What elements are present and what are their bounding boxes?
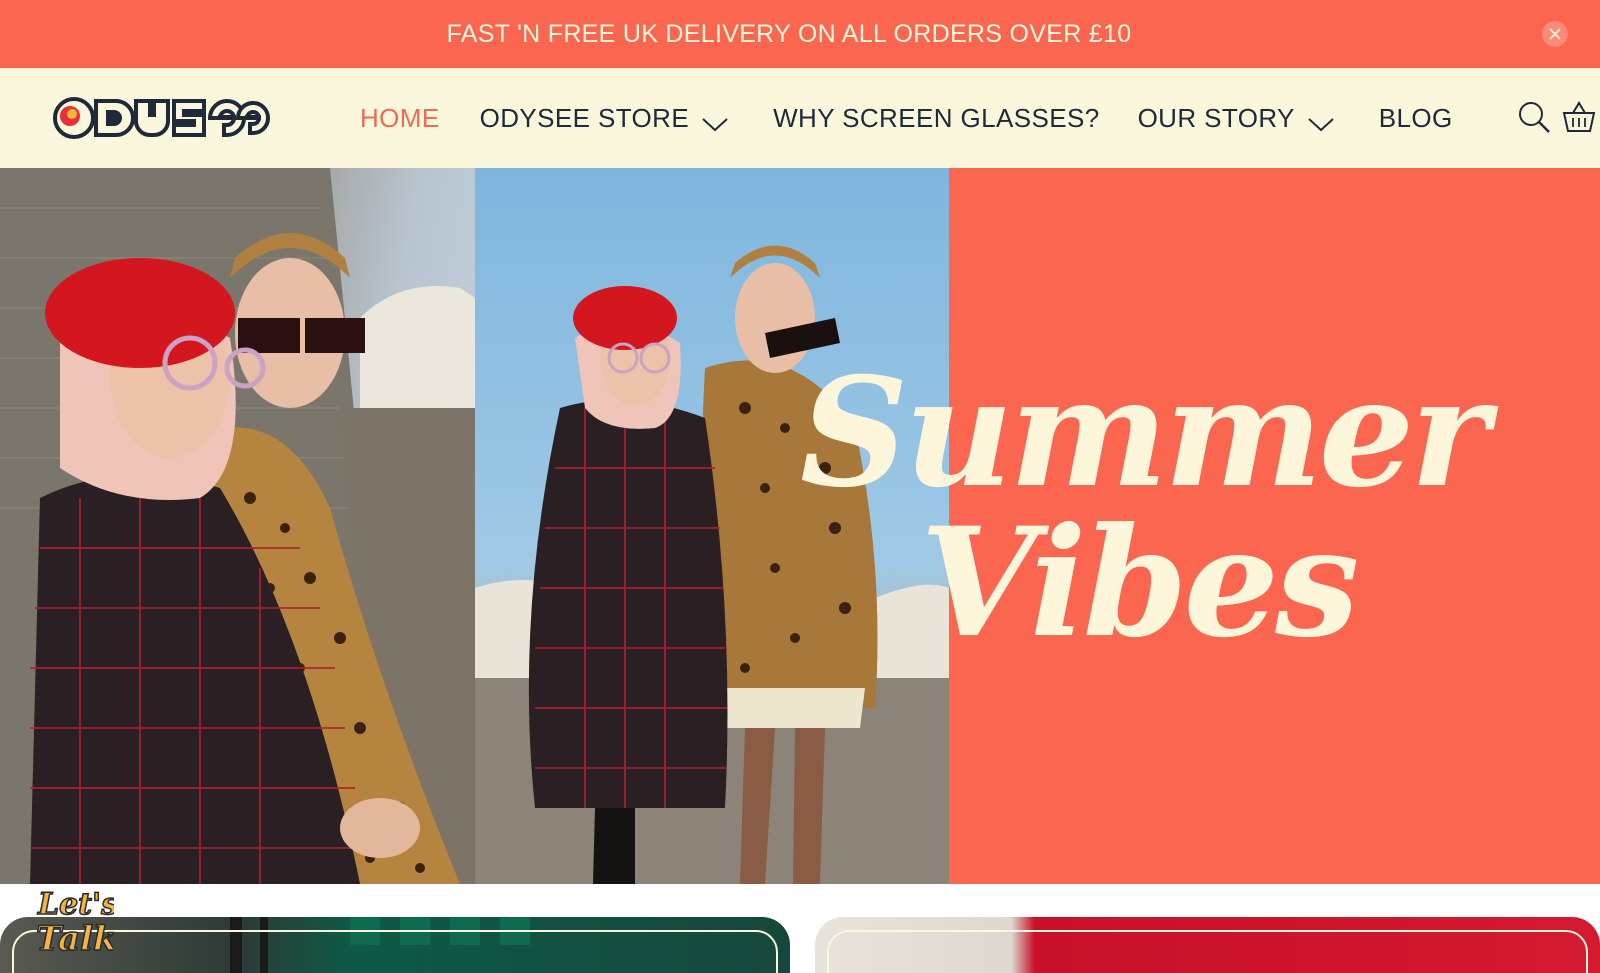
close-icon[interactable] <box>1542 21 1568 47</box>
chevron-down-icon <box>701 109 729 132</box>
site-header: HOME ODYSEE STORE WHY SCREEN GLASSES? OU… <box>0 68 1600 168</box>
promo-card-left-frame <box>12 930 778 973</box>
main-nav: HOME ODYSEE STORE WHY SCREEN GLASSES? OU… <box>360 68 1453 168</box>
hero-title-line1: Summer <box>800 345 1489 521</box>
promo-card-left[interactable] <box>0 917 790 973</box>
announcement-bar: FAST 'N FREE UK DELIVERY ON ALL ORDERS O… <box>0 0 1600 68</box>
search-icon[interactable] <box>1517 100 1551 134</box>
nav-why-screen-glasses-label: WHY SCREEN GLASSES? <box>773 102 1100 133</box>
badge-line2: Talk <box>36 919 114 959</box>
chevron-down-icon <box>1307 109 1335 132</box>
badge-line1: Let's <box>37 887 114 922</box>
nav-our-story[interactable]: OUR STORY <box>1138 103 1335 134</box>
nav-odysee-store[interactable]: ODYSEE STORE <box>480 103 730 134</box>
lets-talk-badge[interactable]: Let's Talk <box>34 884 119 968</box>
promo-section <box>0 884 1600 973</box>
promo-card-right-frame <box>827 930 1588 973</box>
nav-our-story-label: OUR STORY <box>1137 102 1295 133</box>
hero-photo-left <box>0 168 475 884</box>
nav-home-label: HOME <box>360 102 440 133</box>
hero-banner[interactable]: Summer Vibes <box>0 168 1600 884</box>
basket-icon[interactable] <box>1562 100 1596 134</box>
odysee-logo[interactable] <box>52 96 272 140</box>
nav-blog-label: BLOG <box>1378 102 1453 133</box>
nav-blog[interactable]: BLOG <box>1379 103 1453 134</box>
announcement-text: FAST 'N FREE UK DELIVERY ON ALL ORDERS O… <box>446 19 1132 48</box>
nav-odysee-store-label: ODYSEE STORE <box>479 102 690 133</box>
promo-card-right[interactable] <box>815 917 1600 973</box>
hero-title: Summer Vibes <box>800 358 1520 658</box>
hero-title-line2: Vibes <box>920 495 1360 671</box>
nav-why-screen-glasses[interactable]: WHY SCREEN GLASSES? <box>773 103 1099 134</box>
nav-home[interactable]: HOME <box>360 103 440 134</box>
